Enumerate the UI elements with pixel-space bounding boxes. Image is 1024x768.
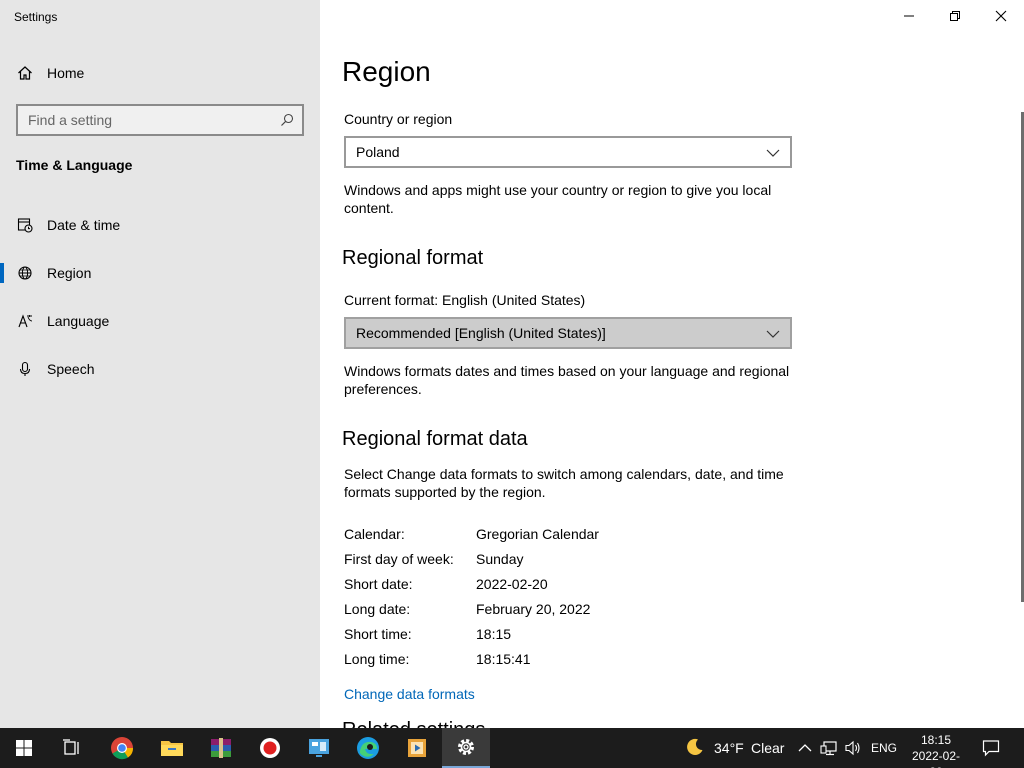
current-format-label: Current format: English (United States) xyxy=(344,292,586,308)
format-data-heading: Regional format data xyxy=(342,428,528,450)
clock-time: 18:15 xyxy=(920,733,952,747)
search-input[interactable] xyxy=(18,112,268,128)
network-icon[interactable] xyxy=(820,740,838,761)
sidebar-item-label: Region xyxy=(47,265,92,281)
globe-icon xyxy=(16,264,34,282)
row-value: Gregorian Calendar xyxy=(476,526,599,542)
page-title: Region xyxy=(342,56,431,87)
record-icon xyxy=(260,738,280,758)
country-dropdown[interactable]: Poland xyxy=(344,136,792,168)
regional-format-dropdown[interactable]: Recommended [English (United States)] xyxy=(344,317,792,349)
chevron-up-icon[interactable] xyxy=(798,741,812,759)
row-key: First day of week: xyxy=(344,551,454,567)
microphone-icon xyxy=(16,360,34,378)
format-data-description: Select Change data formats to switch amo… xyxy=(344,466,784,500)
regional-format-description: Windows formats dates and times based on… xyxy=(344,363,790,397)
archive-icon xyxy=(211,738,231,758)
sidebar-item-region[interactable]: Region xyxy=(0,255,320,291)
winrar-button[interactable] xyxy=(197,728,245,768)
monitor-app-icon xyxy=(309,739,329,757)
row-value: 18:15:41 xyxy=(476,651,531,667)
sidebar-item-label: Language xyxy=(47,313,110,329)
search-box[interactable] xyxy=(16,104,304,136)
main-content: Region Country or region Poland Windows … xyxy=(320,0,1024,728)
row-key: Long date: xyxy=(344,601,411,617)
sidebar-item-label: Speech xyxy=(47,361,95,377)
chevron-down-icon xyxy=(766,146,780,158)
country-label: Country or region xyxy=(344,111,453,127)
record-button[interactable] xyxy=(246,728,294,768)
app-button[interactable] xyxy=(295,728,343,768)
taskbar: 34°F Clear ENG 18:15 2022-02-20 xyxy=(0,728,1024,768)
media-icon xyxy=(408,739,426,757)
sidebar-item-label: Date & time xyxy=(47,217,121,233)
regional-format-heading: Regional format xyxy=(342,247,484,269)
row-value: 18:15 xyxy=(476,626,512,642)
row-key: Long time: xyxy=(344,651,410,667)
edge-button[interactable] xyxy=(344,728,392,768)
clock-date: 2022-02-20 xyxy=(911,749,961,768)
nav-home[interactable]: Home xyxy=(0,56,320,90)
row-value: February 20, 2022 xyxy=(476,601,591,617)
folder-icon xyxy=(161,741,183,756)
notifications-icon[interactable] xyxy=(982,739,1000,762)
row-key: Short time: xyxy=(344,626,412,642)
close-button[interactable] xyxy=(978,0,1024,32)
start-button[interactable] xyxy=(0,728,48,768)
chevron-down-icon xyxy=(766,327,780,339)
sidebar: Settings Home Time & Language Date & tim… xyxy=(0,0,320,728)
task-view-button[interactable] xyxy=(48,728,96,768)
moon-icon[interactable] xyxy=(686,738,704,761)
regional-format-value: Recommended [English (United States)] xyxy=(356,325,606,341)
media-app-button[interactable] xyxy=(393,728,441,768)
related-settings-heading: Related settings xyxy=(342,719,485,728)
language-indicator[interactable]: ENG xyxy=(871,741,897,755)
row-value: 2022-02-20 xyxy=(476,576,548,592)
windows-icon xyxy=(16,740,32,756)
section-title: Time & Language xyxy=(16,157,133,173)
row-key: Calendar: xyxy=(344,526,405,542)
settings-taskbar-button[interactable] xyxy=(442,728,490,768)
clock[interactable]: 18:15 2022-02-20 xyxy=(906,732,966,768)
sidebar-item-language[interactable]: Language xyxy=(0,303,320,339)
search-icon[interactable] xyxy=(280,113,294,127)
row-value: Sunday xyxy=(476,551,524,567)
country-value: Poland xyxy=(356,144,400,160)
sidebar-item-date-time[interactable]: Date & time xyxy=(0,207,320,243)
weather-temperature[interactable]: 34°F xyxy=(714,740,744,756)
sidebar-item-speech[interactable]: Speech xyxy=(0,351,320,387)
task-view-icon xyxy=(63,739,79,755)
change-data-formats-link[interactable]: Change data formats xyxy=(344,686,475,702)
row-key: Short date: xyxy=(344,576,413,592)
volume-icon[interactable] xyxy=(844,740,862,761)
chrome-icon xyxy=(111,737,134,760)
chrome-button[interactable] xyxy=(98,728,146,768)
minimize-button[interactable] xyxy=(886,0,932,32)
restore-button[interactable] xyxy=(932,0,978,32)
home-label: Home xyxy=(47,65,85,81)
weather-condition[interactable]: Clear xyxy=(751,740,784,756)
date-time-icon xyxy=(16,216,34,234)
window-controls xyxy=(886,0,1024,32)
file-explorer-button[interactable] xyxy=(148,728,196,768)
app-title: Settings xyxy=(14,10,58,24)
gear-icon xyxy=(458,739,474,755)
language-icon xyxy=(16,312,34,330)
edge-icon xyxy=(357,737,379,759)
home-icon xyxy=(16,64,34,82)
country-description: Windows and apps might use your country … xyxy=(344,182,772,216)
